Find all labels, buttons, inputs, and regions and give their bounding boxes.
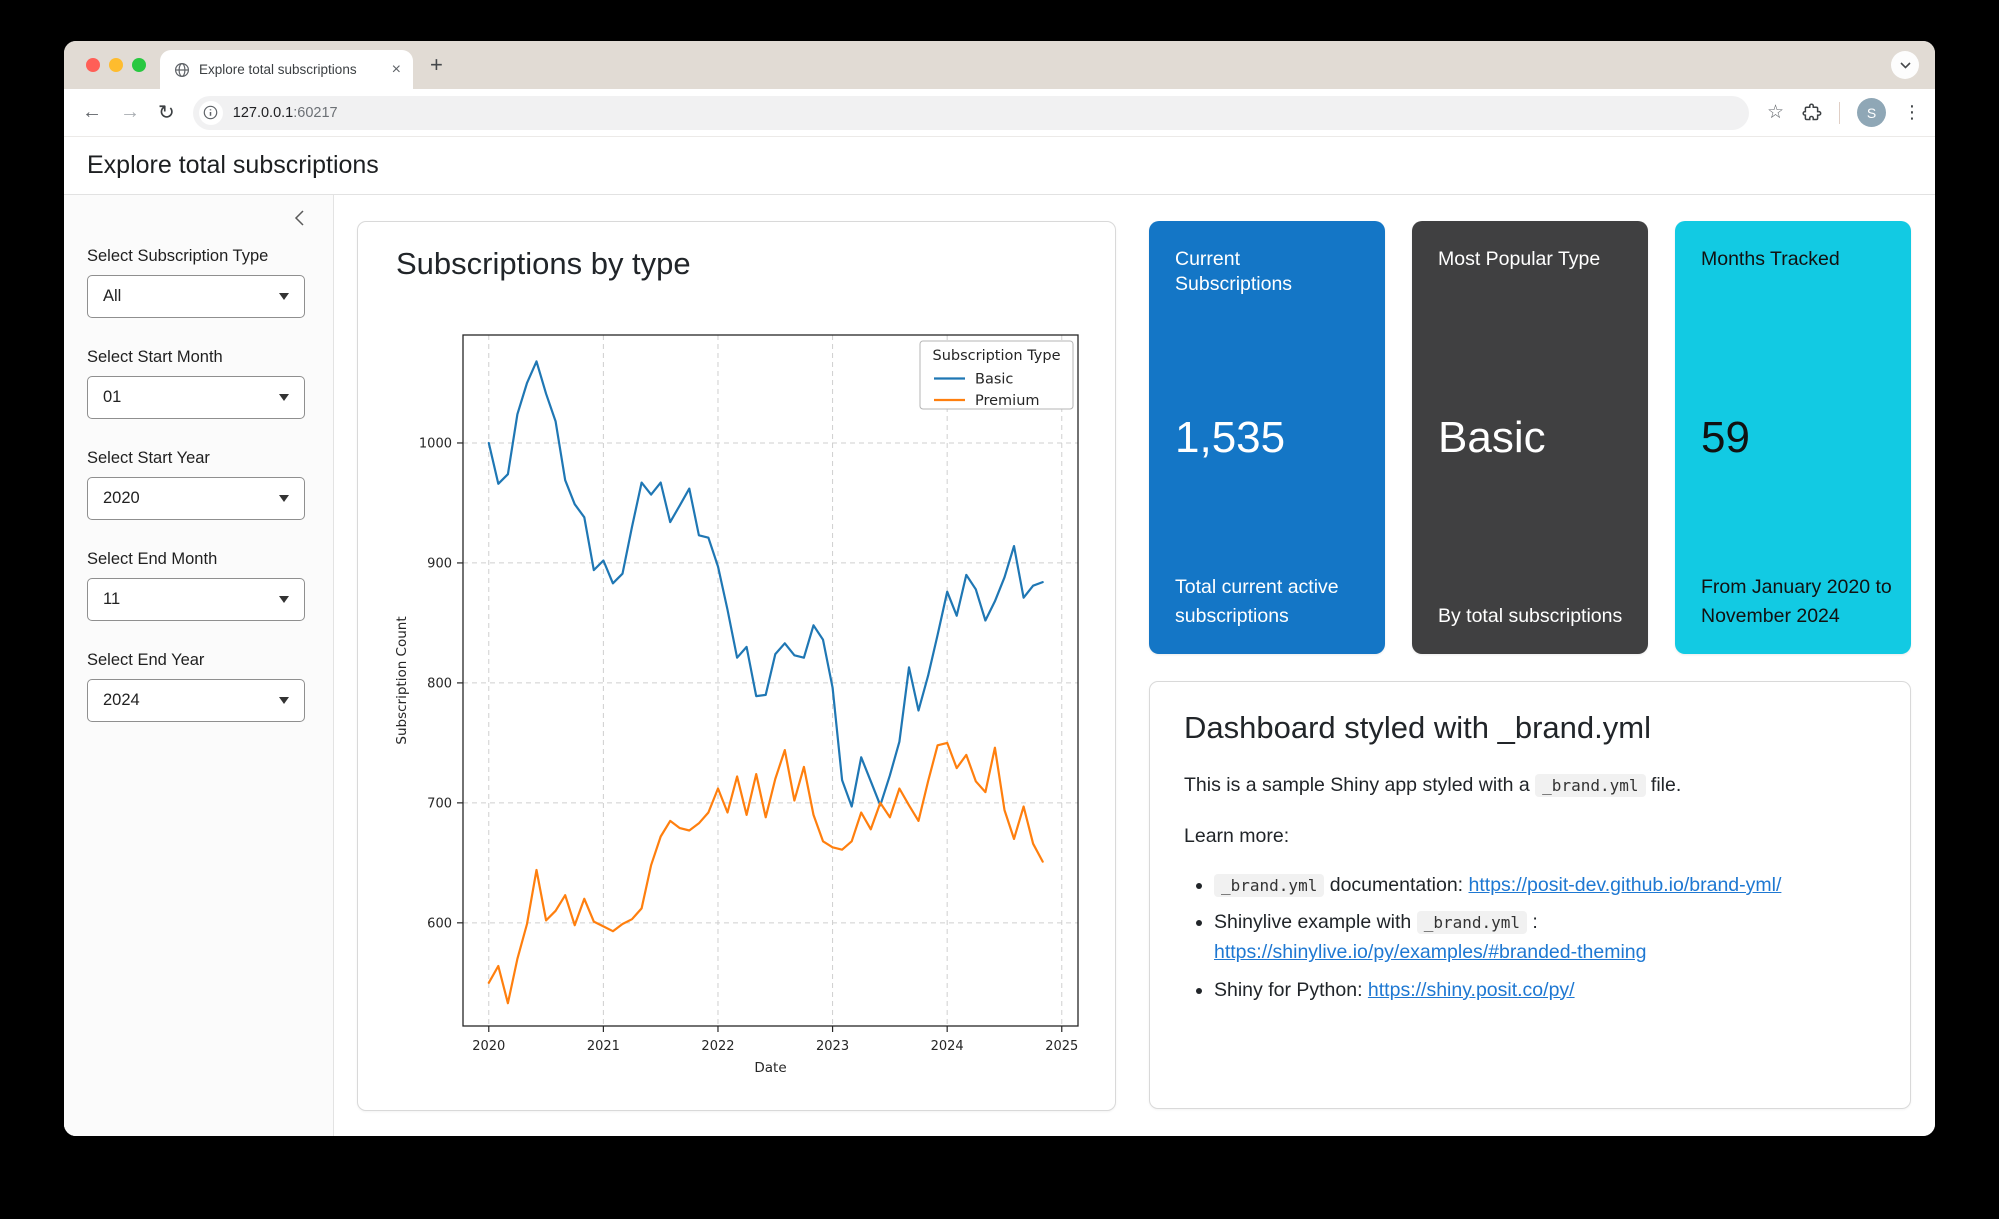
x-tick-label: 2024 [931, 1039, 964, 1054]
value-box-months-tracked: Months Tracked 59 From January 2020 to N… [1675, 221, 1911, 654]
info-intro: This is a sample Shiny app styled with a… [1184, 774, 1876, 797]
browser-toolbar: ← → ↻ 127.0.0.1:60217 ☆ S ⋮ [64, 89, 1935, 137]
extensions-puzzle-icon[interactable] [1801, 102, 1822, 123]
value-box-value: Basic [1438, 413, 1546, 463]
value-box-current-subscriptions: Current Subscriptions 1,535 Total curren… [1149, 221, 1385, 654]
control-subscription-type: Select Subscription Type All [87, 247, 309, 318]
y-tick-label: 600 [427, 916, 452, 931]
list-item: Shiny for Python: https://shiny.posit.co… [1214, 975, 1876, 1005]
legend-title: Subscription Type [932, 348, 1060, 364]
sidebar-collapse-icon[interactable] [294, 209, 305, 232]
favicon-globe-icon [174, 62, 190, 78]
value-box-title: Most Popular Type [1438, 247, 1622, 272]
start-month-select[interactable]: 01 [87, 376, 305, 419]
browser-tab[interactable]: Explore total subscriptions × [160, 50, 413, 89]
menu-kebab-icon[interactable]: ⋮ [1903, 102, 1921, 123]
end-year-select[interactable]: 2024 [87, 679, 305, 722]
y-tick-label: 700 [427, 796, 452, 811]
chevron-down-icon [279, 697, 289, 704]
main-content: Subscriptions by type 600 700 800 900 1000 20… [334, 195, 1935, 1136]
code-chip: _brand.yml [1535, 774, 1645, 797]
value-box-caption: Total current active subscriptions [1175, 573, 1367, 630]
tab-strip: Explore total subscriptions × + [64, 41, 1935, 89]
value-box-caption: From January 2020 to November 2024 [1701, 573, 1893, 630]
end-month-select[interactable]: 11 [87, 578, 305, 621]
new-tab-button[interactable]: + [430, 53, 443, 77]
value-box-title: Months Tracked [1701, 247, 1885, 272]
toolbar-actions: ☆ S ⋮ [1767, 98, 1921, 127]
y-tick-label: 800 [427, 676, 452, 691]
y-axis-label: Subscription Count [394, 616, 410, 744]
shiny-python-link[interactable]: https://shiny.posit.co/py/ [1368, 979, 1575, 1001]
chevron-down-icon [279, 495, 289, 502]
x-tick-label: 2023 [816, 1039, 849, 1054]
sidebar: Select Subscription Type All Select Star… [64, 195, 334, 1136]
url-text: 127.0.0.1:60217 [233, 105, 338, 121]
x-tick-label: 2020 [472, 1039, 505, 1054]
series-premium [489, 743, 1043, 1003]
chevron-down-icon [279, 596, 289, 603]
back-icon[interactable]: ← [82, 101, 102, 124]
control-start-year: Select Start Year 2020 [87, 449, 309, 520]
code-chip: _brand.yml [1417, 911, 1527, 934]
site-info-icon[interactable] [199, 101, 223, 125]
shinylive-example-link[interactable]: https://shinylive.io/py/examples/#brande… [1214, 941, 1647, 963]
links-list: _brand.yml documentation: https://posit-… [1184, 870, 1876, 1005]
list-item: Shinylive example with _brand.yml : http… [1214, 907, 1876, 967]
select-label: Select Start Month [87, 348, 309, 367]
value-box-most-popular-type: Most Popular Type Basic By total subscri… [1412, 221, 1648, 654]
x-tick-label: 2021 [587, 1039, 620, 1054]
x-tick-label: 2022 [701, 1039, 734, 1054]
forward-icon[interactable]: → [120, 101, 140, 124]
value-box-value: 59 [1701, 413, 1750, 463]
subscriptions-chart: 600 700 800 900 1000 2020 2021 2022 2023 2024 2025… [358, 302, 1117, 1112]
select-label: Select End Month [87, 550, 309, 569]
value-box-row: Current Subscriptions 1,535 Total curren… [1149, 221, 1911, 654]
address-bar[interactable]: 127.0.0.1:60217 [193, 96, 1749, 130]
control-end-year: Select End Year 2024 [87, 651, 309, 722]
code-chip: _brand.yml [1214, 874, 1324, 897]
value-box-title: Current Subscriptions [1175, 247, 1359, 298]
chevron-down-icon [279, 293, 289, 300]
subscription-type-select[interactable]: All [87, 275, 305, 318]
browser-window: Explore total subscriptions × + ← → ↻ 12… [64, 41, 1935, 1136]
toolbar-divider [1839, 102, 1840, 124]
select-label: Select Start Year [87, 449, 309, 468]
x-axis-label: Date [754, 1060, 786, 1076]
select-label: Select End Year [87, 651, 309, 670]
legend-label: Premium [975, 393, 1040, 409]
profile-avatar[interactable]: S [1857, 98, 1886, 127]
bookmark-star-icon[interactable]: ☆ [1767, 101, 1784, 124]
start-year-select[interactable]: 2020 [87, 477, 305, 520]
y-tick-label: 900 [427, 556, 452, 571]
legend-label: Basic [975, 371, 1013, 387]
tab-close-icon[interactable]: × [392, 61, 401, 79]
reload-icon[interactable]: ↻ [158, 100, 175, 125]
learn-more-label: Learn more: [1184, 825, 1876, 848]
page-title: Explore total subscriptions [87, 151, 379, 180]
close-window-button[interactable] [86, 58, 100, 72]
chart-title: Subscriptions by type [396, 246, 691, 282]
info-card-title: Dashboard styled with _brand.yml [1184, 710, 1876, 746]
app-header: Explore total subscriptions [64, 137, 1935, 195]
control-start-month: Select Start Month 01 [87, 348, 309, 419]
minimize-window-button[interactable] [109, 58, 123, 72]
brand-yml-docs-link[interactable]: https://posit-dev.github.io/brand-yml/ [1469, 874, 1782, 896]
select-label: Select Subscription Type [87, 247, 309, 266]
chevron-down-icon [279, 394, 289, 401]
tab-title: Explore total subscriptions [199, 62, 383, 77]
y-tick-label: 1000 [419, 436, 452, 451]
chart-card: Subscriptions by type 600 700 800 900 1000 20… [357, 221, 1116, 1111]
maximize-window-button[interactable] [132, 58, 146, 72]
value-box-caption: By total subscriptions [1438, 602, 1630, 630]
series-basic [489, 361, 1043, 806]
list-item: _brand.yml documentation: https://posit-… [1214, 870, 1876, 900]
x-tick-label: 2025 [1045, 1039, 1078, 1054]
value-box-value: 1,535 [1175, 413, 1285, 463]
control-end-month: Select End Month 11 [87, 550, 309, 621]
tab-search-button[interactable] [1891, 51, 1919, 79]
window-controls [86, 58, 146, 72]
info-card: Dashboard styled with _brand.yml This is… [1149, 681, 1911, 1109]
